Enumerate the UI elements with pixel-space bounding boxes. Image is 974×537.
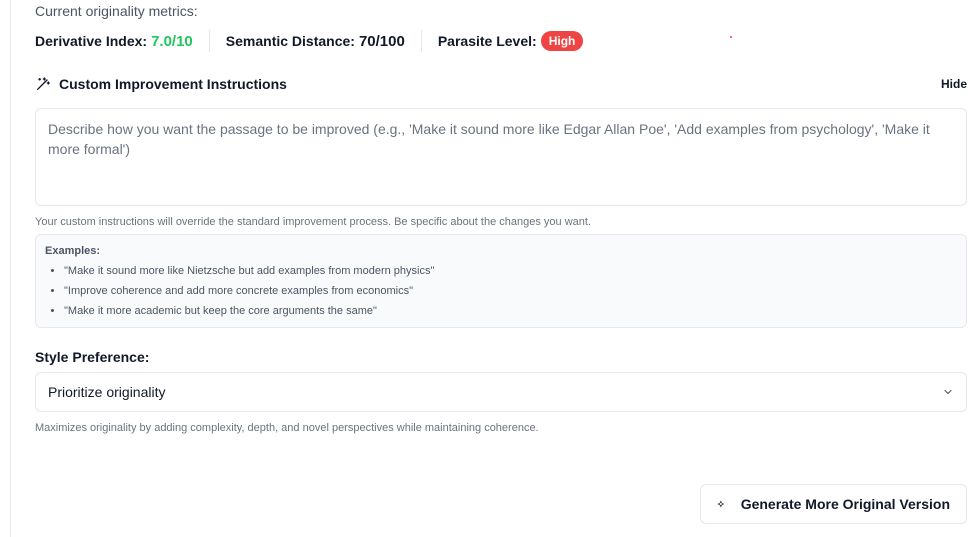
examples-title: Examples:	[45, 245, 101, 257]
chevron-down-icon	[944, 389, 952, 395]
instructions-title: Custom Improvement Instructions	[59, 76, 287, 92]
example-item: "Improve coherence and add more concrete…	[64, 281, 957, 301]
metrics-row: Derivative Index: 7.0/10 Semantic Distan…	[35, 29, 584, 53]
panel-left-border	[10, 0, 11, 537]
example-item: "Make it more academic but keep the core…	[64, 301, 957, 321]
metrics-caption: Current originality metrics:	[35, 3, 198, 19]
metric-divider	[420, 30, 422, 52]
metric-divider	[208, 30, 210, 52]
derivative-index-label: Derivative Index:	[35, 33, 148, 49]
parasite-level-metric: Parasite Level: High	[438, 31, 584, 51]
generate-original-version-button[interactable]: Generate More Original Version	[700, 484, 967, 524]
derivative-index-metric: Derivative Index: 7.0/10	[35, 33, 193, 50]
custom-instructions-textarea[interactable]	[35, 108, 967, 206]
parasite-level-label: Parasite Level:	[437, 33, 537, 49]
hide-button[interactable]: Hide	[941, 77, 967, 91]
magic-wand-icon	[37, 77, 50, 90]
generate-button-label: Generate More Original Version	[740, 496, 950, 512]
parasite-level-badge: High	[540, 31, 584, 51]
semantic-distance-metric: Semantic Distance: 70/100	[226, 33, 405, 50]
style-preference-label: Style Preference:	[35, 349, 150, 365]
sparkle-icon	[717, 500, 725, 508]
example-item: "Make it sound more like Nietzsche but a…	[64, 261, 957, 281]
stray-dot	[730, 36, 732, 38]
examples-list: "Make it sound more like Nietzsche but a…	[45, 261, 957, 321]
style-preference-description: Maximizes originality by adding complexi…	[35, 422, 539, 434]
instructions-header: Custom Improvement Instructions Hide	[35, 74, 967, 94]
style-preference-value: Prioritize originality	[48, 384, 166, 400]
instructions-helper-text: Your custom instructions will override t…	[35, 216, 591, 228]
semantic-distance-value: 70/100	[358, 32, 405, 50]
derivative-index-value: 7.0/10	[151, 32, 193, 50]
style-preference-select[interactable]: Prioritize originality	[35, 372, 967, 412]
semantic-distance-label: Semantic Distance:	[225, 33, 355, 49]
examples-box: Examples: "Make it sound more like Nietz…	[35, 234, 967, 328]
